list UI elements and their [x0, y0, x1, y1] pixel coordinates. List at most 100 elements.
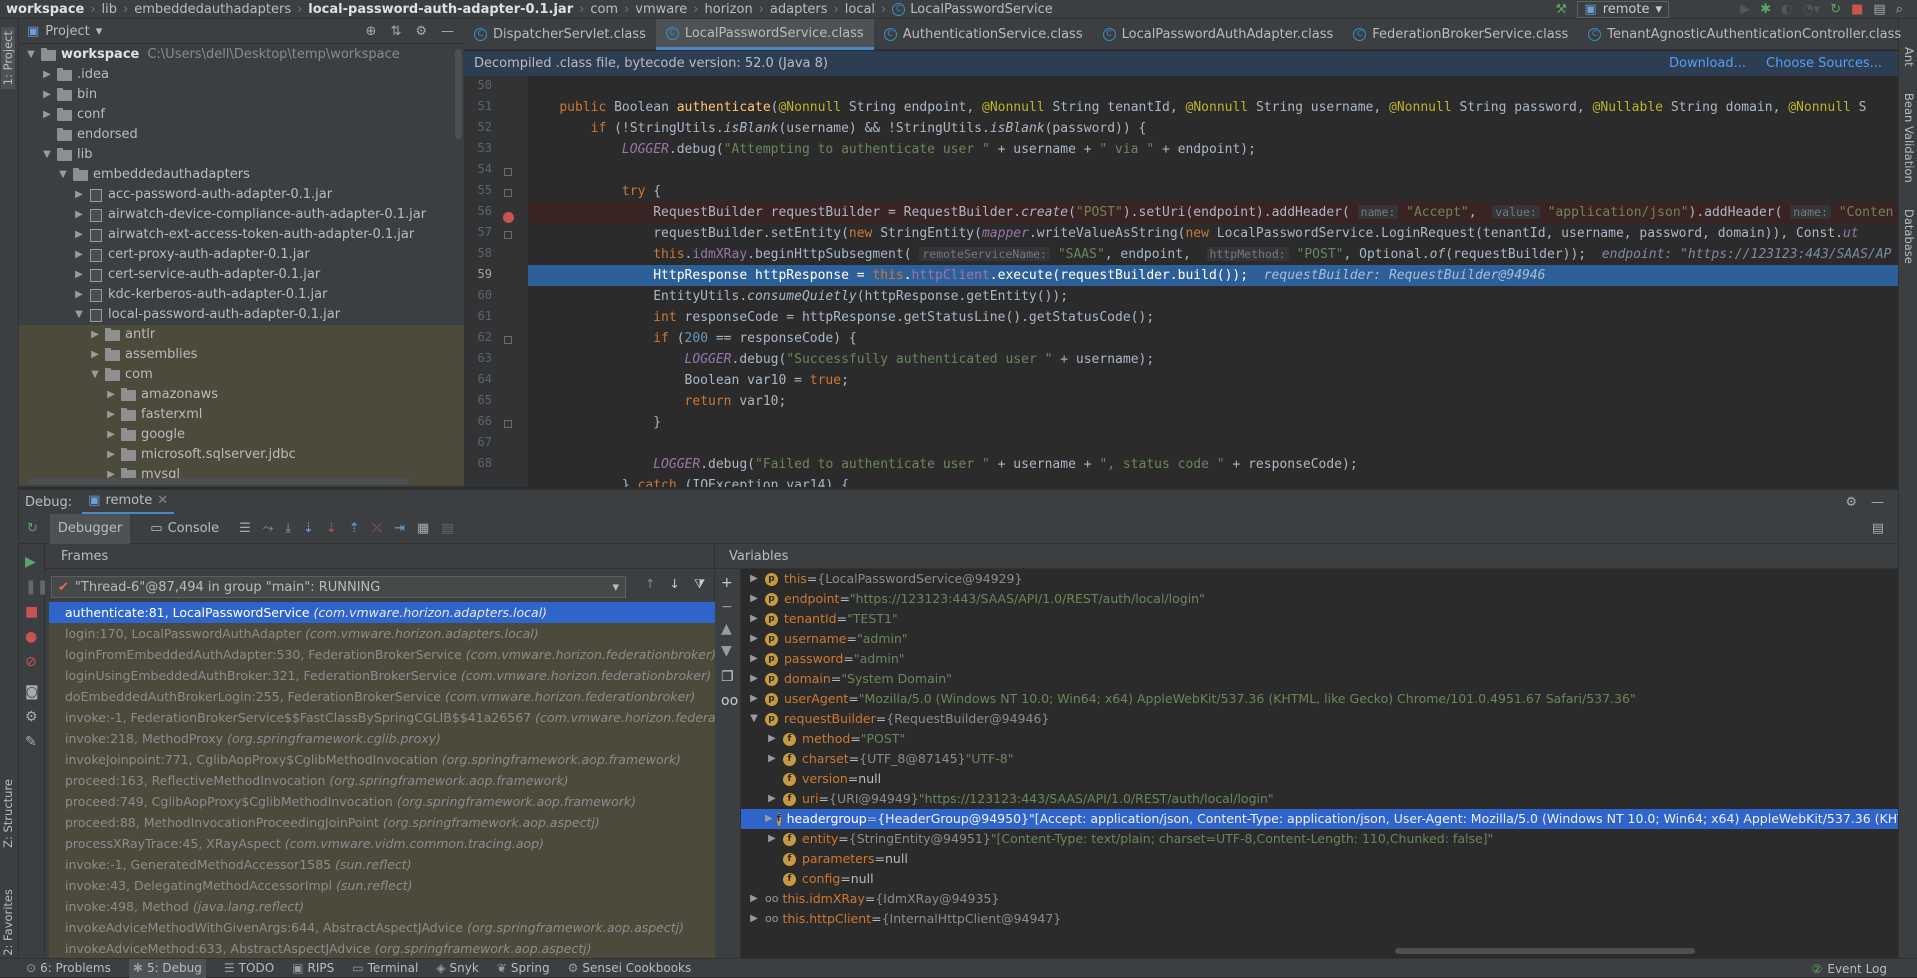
chevron-right-icon[interactable]: ▶: [765, 829, 779, 849]
breadcrumb-item[interactable]: horizon: [705, 2, 753, 17]
project-structure-icon[interactable]: ▤: [1873, 2, 1885, 17]
minimize-icon[interactable]: —: [1871, 495, 1884, 510]
editor-tab[interactable]: C LocalPasswordService.class: [655, 19, 874, 50]
coverage-icon[interactable]: ◐: [1781, 2, 1792, 17]
editor-tab[interactable]: C LocalPasswordAuthAdapter.class: [1093, 19, 1344, 50]
run-icon[interactable]: ▶: [1740, 2, 1750, 17]
breadcrumb-item[interactable]: local: [845, 2, 875, 17]
chevron-right-icon[interactable]: ▶: [747, 669, 761, 689]
status-tab[interactable]: ☰ TODO: [224, 961, 274, 975]
status-tab[interactable]: ⊙ 6: Problems: [26, 961, 111, 975]
frame-item[interactable]: login:170, LocalPasswordAuthAdapter (com…: [49, 623, 715, 644]
code-editor[interactable]: public Boolean authenticate(@Nonnull Str…: [528, 76, 1898, 487]
fold-marker-icon[interactable]: [504, 336, 512, 344]
arrow-down-icon[interactable]: ▼: [721, 643, 732, 659]
chevron-right-icon[interactable]: ▶: [747, 569, 761, 589]
breadcrumb-item[interactable]: workspace: [6, 2, 84, 17]
tree-item[interactable]: ▶ cert-service-auth-adapter-0.1.jar: [19, 265, 464, 285]
chevron-down-icon[interactable]: ▾: [96, 24, 103, 39]
variables-hscrollbar[interactable]: [1395, 948, 1695, 954]
breadcrumb-item[interactable]: local-password-auth-adapter-0.1.jar: [308, 2, 573, 17]
close-icon[interactable]: ✕: [157, 493, 168, 508]
layout-icon[interactable]: ▤: [1872, 521, 1884, 536]
profile-icon[interactable]: ◔▾: [1802, 2, 1820, 17]
arrow-up-icon[interactable]: ↑: [645, 576, 655, 592]
editor-tab[interactable]: C DispatcherServlet.class: [464, 19, 656, 50]
chevron-down-icon[interactable]: ▼: [747, 709, 761, 729]
menu-icon[interactable]: ☰: [239, 521, 251, 536]
frame-item[interactable]: proceed:88, MethodInvocationProceedingJo…: [49, 812, 715, 833]
project-title[interactable]: Project: [45, 24, 89, 39]
tab-database[interactable]: Database: [1902, 209, 1916, 264]
build-hammer-icon[interactable]: ⚒: [1555, 2, 1567, 17]
arrow-down-icon[interactable]: ↓: [669, 576, 679, 592]
variable-row[interactable]: ▶ f charset = {UTF_8@87145} "UTF-8": [741, 749, 1898, 769]
mute-breakpoints-icon[interactable]: ⊘: [25, 654, 37, 670]
frame-item[interactable]: proceed:163, ReflectiveMethodInvocation …: [49, 770, 715, 791]
copy-icon[interactable]: ❐: [721, 669, 734, 685]
chevron-right-icon[interactable]: ▶: [747, 609, 761, 629]
tree-item[interactable]: ▼ lib: [19, 145, 464, 165]
frame-item[interactable]: invoke:218, MethodProxy (org.springframe…: [49, 728, 715, 749]
variable-row[interactable]: ▶ p this = {LocalPasswordService@94929}: [741, 569, 1898, 589]
variable-row[interactable]: ▼ p requestBuilder = {RequestBuilder@94946…: [741, 709, 1898, 729]
arrow-up-icon[interactable]: ▲: [721, 621, 732, 637]
frame-item[interactable]: invoke:-1, FederationBrokerService$$Fast…: [49, 707, 715, 728]
show-execution-point-icon[interactable]: ⤳: [263, 521, 273, 536]
chevron-right-icon[interactable]: ▶: [765, 809, 773, 829]
chevron-right-icon[interactable]: ▶: [765, 789, 779, 809]
breadcrumb-item[interactable]: com: [590, 2, 618, 17]
editor-tab[interactable]: C FederationBrokerService.class: [1343, 19, 1578, 50]
variable-row[interactable]: ▶ p domain = "System Domain": [741, 669, 1898, 689]
add-icon[interactable]: +: [721, 575, 733, 591]
choose-sources-link[interactable]: Choose Sources...: [1766, 56, 1882, 71]
download-link[interactable]: Download...: [1669, 56, 1746, 71]
variable-row[interactable]: f version = null: [741, 769, 1898, 789]
tree-item[interactable]: ▶ google: [19, 425, 464, 445]
tree-item[interactable]: ▶ kdc-kerberos-auth-adapter-0.1.jar: [19, 285, 464, 305]
tab-project[interactable]: 1: Project: [1, 27, 15, 90]
tab-debugger[interactable]: Debugger: [49, 513, 131, 544]
evaluate-expression-icon[interactable]: ▦: [417, 521, 429, 536]
fold-marker-icon[interactable]: [504, 420, 512, 428]
tree-item[interactable]: ▼ com: [19, 365, 464, 385]
gear-icon[interactable]: ⚙: [1845, 495, 1857, 510]
frame-item[interactable]: processXRayTrace:45, XRayAspect (com.vmw…: [49, 833, 715, 854]
minus-icon[interactable]: −: [721, 599, 733, 615]
variable-row[interactable]: f parameters = null: [741, 849, 1898, 869]
variable-row[interactable]: ▶ f entity = {StringEntity@94951} "[Conten…: [741, 829, 1898, 849]
run-config-select[interactable]: ▣ remote ▾: [1577, 1, 1669, 18]
breakpoint-icon[interactable]: [503, 212, 514, 223]
step-out-icon[interactable]: ⇡: [349, 521, 360, 536]
breadcrumb-item[interactable]: lib: [102, 2, 117, 17]
variable-row[interactable]: ▶ p endpoint = "https://123123:443/SAAS/AP…: [741, 589, 1898, 609]
frame-item[interactable]: authenticate:81, LocalPasswordService (c…: [49, 602, 715, 623]
variable-row[interactable]: ▶ p tenantId = "TEST1": [741, 609, 1898, 629]
gear-icon[interactable]: ⚙: [415, 24, 427, 39]
resume-icon[interactable]: ▶: [25, 554, 36, 570]
status-tab[interactable]: ❦ Spring: [497, 961, 550, 975]
frame-item[interactable]: invokeJoinpoint:771, CglibAopProxy$Cglib…: [49, 749, 715, 770]
settings-icon[interactable]: ⚙: [25, 709, 38, 725]
frame-item[interactable]: invokeAdviceMethodWithGivenArgs:644, Abs…: [49, 917, 715, 938]
event-log-button[interactable]: ② Event Log: [1812, 959, 1887, 978]
tab-favorites[interactable]: 2: Favorites: [1, 889, 15, 956]
frame-item[interactable]: proceed:749, CglibAopProxy$CglibMethodIn…: [49, 791, 715, 812]
tree-item[interactable]: ▶ antlr: [19, 325, 464, 345]
drop-frame-icon[interactable]: ⤫: [372, 521, 382, 536]
chevron-right-icon[interactable]: ▶: [747, 689, 761, 709]
tree-item[interactable]: ▶ .idea: [19, 65, 464, 85]
force-step-into-icon[interactable]: ⇣: [326, 521, 337, 536]
tab-bean-validation[interactable]: Bean Validation: [1902, 93, 1916, 183]
run-to-cursor-icon[interactable]: ⇥: [394, 521, 405, 536]
filter-icon[interactable]: ⧩: [694, 576, 705, 592]
tree-item[interactable]: ▶ cert-proxy-auth-adapter-0.1.jar: [19, 245, 464, 265]
frame-item[interactable]: loginFromEmbeddedAuthAdapter:530, Federa…: [49, 644, 715, 665]
chevron-right-icon[interactable]: ▶: [747, 629, 761, 649]
variable-row[interactable]: ▶ p password = "admin": [741, 649, 1898, 669]
tree-item[interactable]: ▼ embeddedauthadapters: [19, 165, 464, 185]
stop-icon[interactable]: ■: [25, 604, 38, 620]
tree-item[interactable]: ▶ microsoft.sqlserver.jdbc: [19, 445, 464, 465]
tree-item[interactable]: ▶ fasterxml: [19, 405, 464, 425]
locate-icon[interactable]: ⊕: [366, 24, 377, 39]
